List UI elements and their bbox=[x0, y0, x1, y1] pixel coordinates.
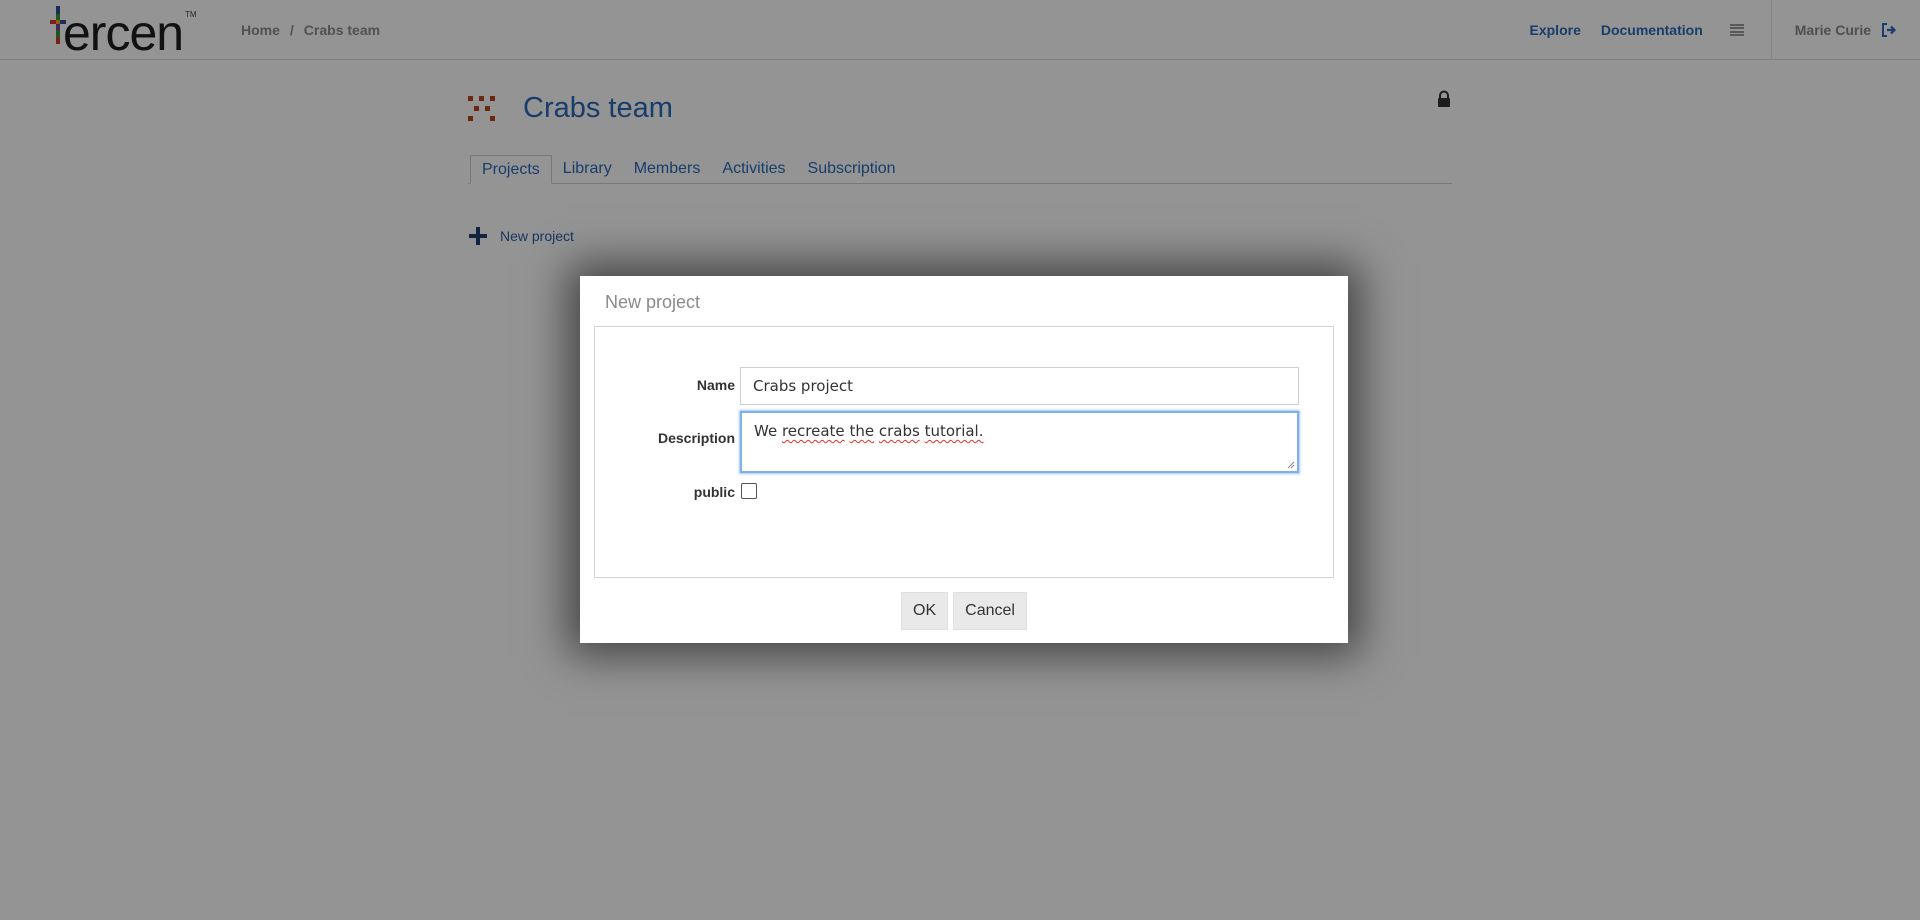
ok-button[interactable]: OK bbox=[901, 592, 949, 630]
description-word: We bbox=[754, 422, 778, 440]
dialog-form: Name Crabs project Description We recrea… bbox=[594, 326, 1334, 578]
dialog-footer: OK Cancel bbox=[580, 592, 1348, 630]
description-word: recreate bbox=[781, 422, 845, 440]
description-textarea[interactable]: We recreate the crabs tutorial. bbox=[740, 411, 1299, 473]
description-word: crabs bbox=[878, 422, 920, 440]
resize-grip-icon[interactable] bbox=[1287, 461, 1295, 469]
description-word: tutorial. bbox=[924, 422, 984, 440]
new-project-dialog: New project Name Crabs project Descripti… bbox=[580, 276, 1348, 643]
name-label: Name bbox=[696, 377, 735, 393]
cancel-button[interactable]: Cancel bbox=[953, 592, 1027, 630]
dialog-title: New project bbox=[605, 292, 701, 312]
description-word: the bbox=[849, 422, 875, 440]
public-label: public bbox=[693, 484, 735, 500]
public-checkbox[interactable] bbox=[741, 483, 757, 499]
description-label: Description bbox=[657, 430, 735, 446]
name-input[interactable]: Crabs project bbox=[740, 367, 1299, 405]
